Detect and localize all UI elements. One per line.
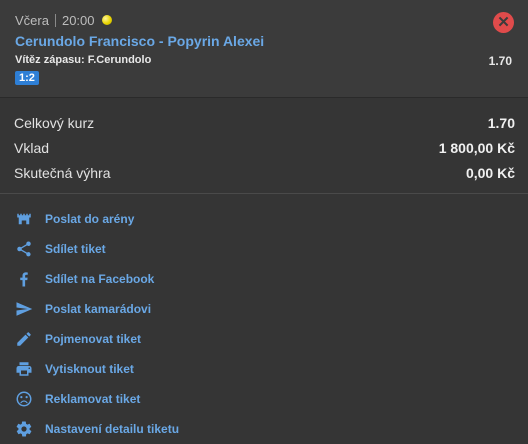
action-send-to-arena[interactable]: Poslat do arény — [0, 204, 528, 234]
action-rename-ticket[interactable]: Pojmenovat tiket — [0, 324, 528, 354]
action-ticket-settings[interactable]: Nastavení detailu tiketu — [0, 414, 528, 444]
action-label: Vytisknout tiket — [45, 362, 134, 376]
action-label: Sdílet tiket — [45, 242, 106, 256]
facebook-icon — [15, 270, 33, 288]
pick-label: Vítěz zápasu: F.Cerundolo — [15, 54, 152, 66]
summary-row-actual-win: Skutečná výhra 0,00 Kč — [14, 165, 515, 190]
action-label: Poslat kamarádovi — [45, 302, 152, 316]
action-complain-ticket[interactable]: Reklamovat tiket — [0, 384, 528, 414]
action-label: Sdílet na Facebook — [45, 272, 155, 286]
action-send-to-friend[interactable]: Poslat kamarádovi — [0, 294, 528, 324]
sad-face-icon — [15, 390, 33, 408]
share-icon — [15, 240, 33, 258]
summary-label: Skutečná výhra — [14, 165, 111, 181]
ticket-actions: Poslat do arény Sdílet tiket Sdílet na F… — [0, 194, 528, 444]
close-button[interactable]: ✕ — [493, 12, 514, 33]
summary-value: 1 800,00 Kč — [438, 140, 515, 156]
match-link[interactable]: Cerundolo Francisco - Popyrin Alexei — [15, 33, 513, 49]
bet-meta: Včera 20:00 — [15, 12, 513, 28]
summary-label: Celkový kurz — [14, 115, 95, 131]
printer-icon — [15, 360, 33, 378]
action-print-ticket[interactable]: Vytisknout tiket — [0, 354, 528, 384]
summary-row-total-odds: Celkový kurz 1.70 — [14, 115, 515, 140]
summary-value: 1.70 — [487, 115, 515, 131]
pencil-icon — [15, 330, 33, 348]
ticket-summary: Celkový kurz 1.70 Vklad 1 800,00 Kč Skut… — [0, 98, 528, 194]
summary-label: Vklad — [14, 140, 50, 156]
bet-day: Včera — [15, 12, 49, 28]
arena-icon — [15, 210, 33, 228]
close-icon: ✕ — [497, 14, 510, 31]
tennis-ball-icon — [101, 15, 112, 25]
action-share-ticket[interactable]: Sdílet tiket — [0, 234, 528, 264]
pick-odd: 1.70 — [488, 54, 512, 68]
bet-time: 20:00 — [61, 12, 95, 28]
pick-row: Vítěz zápasu: F.Cerundolo 1.70 — [15, 54, 513, 68]
send-icon — [15, 300, 33, 318]
action-label: Poslat do arény — [45, 212, 135, 226]
action-label: Nastavení detailu tiketu — [45, 422, 180, 436]
separator — [54, 13, 56, 27]
score-badge: 1:2 — [15, 71, 39, 85]
gear-icon — [15, 420, 33, 438]
bet-card: Včera 20:00 ✕ Cerundolo Francisco - Popy… — [0, 0, 528, 98]
action-label: Pojmenovat tiket — [45, 332, 142, 346]
action-label: Reklamovat tiket — [45, 392, 141, 406]
summary-value: 0,00 Kč — [465, 165, 515, 181]
summary-row-stake: Vklad 1 800,00 Kč — [14, 140, 515, 165]
action-share-facebook[interactable]: Sdílet na Facebook — [0, 264, 528, 294]
